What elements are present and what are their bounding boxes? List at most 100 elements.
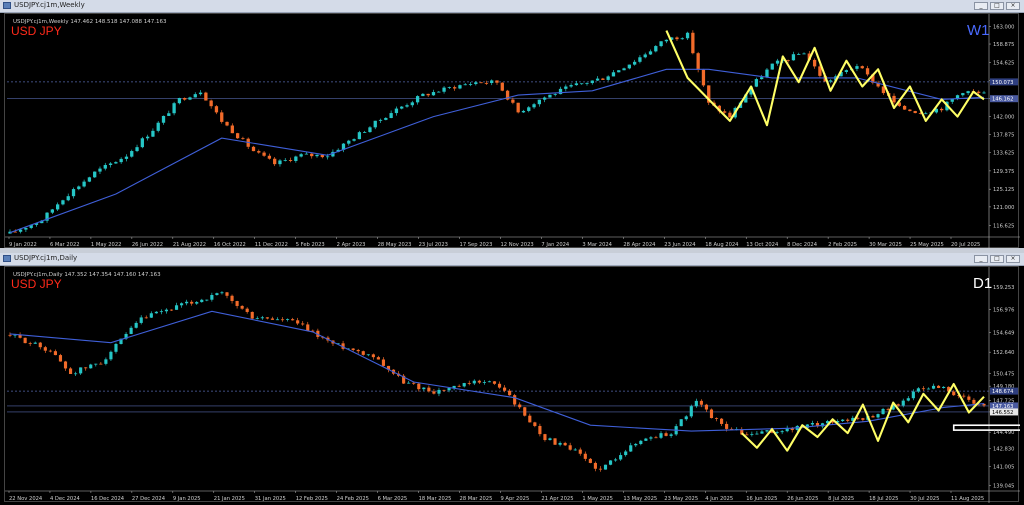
daily-window-titlebar[interactable]: USDJPY.cj1m,Daily _ □ × — [0, 253, 1024, 266]
candle-body — [58, 355, 63, 362]
candle-body — [694, 400, 698, 407]
candle-body — [457, 385, 461, 387]
maximize-button[interactable]: □ — [990, 255, 1004, 263]
date-axis-label: 23 May 2025 — [664, 496, 698, 502]
candle-body — [750, 433, 754, 435]
candle-body — [432, 391, 436, 394]
maximize-button[interactable]: □ — [990, 2, 1004, 10]
candle-body — [8, 334, 12, 336]
candle-body — [177, 98, 182, 104]
candle-body — [235, 133, 240, 139]
price-axis-label: 150.475 — [993, 371, 1014, 377]
price-axis-label: 154.625 — [993, 60, 1014, 66]
weekly-chart-area[interactable]: 163.000158.875154.625150.375146.162142.0… — [4, 13, 1020, 249]
candle-body — [765, 69, 769, 78]
candle-body — [442, 87, 446, 92]
candle-body — [638, 57, 642, 62]
candle-body — [770, 63, 774, 70]
candle-body — [558, 442, 562, 445]
candle-body — [679, 419, 683, 427]
weekly-timeframe-label: W1 — [967, 22, 990, 39]
candle-body — [188, 97, 192, 100]
candle-body — [66, 196, 70, 201]
candle-body — [558, 88, 563, 95]
candle-body — [366, 354, 370, 356]
candle-body — [235, 301, 239, 306]
candle-body — [156, 122, 160, 131]
minimize-button[interactable]: _ — [974, 2, 988, 10]
candle-body — [278, 160, 282, 165]
candle-body — [908, 109, 912, 112]
candle-body — [896, 404, 900, 406]
candle-body — [926, 388, 931, 390]
date-axis-label: 16 Jun 2025 — [746, 496, 777, 502]
candle-body — [841, 419, 845, 421]
candle-body — [89, 364, 93, 369]
candle-body — [200, 299, 204, 303]
price-tag-label: 148.674 — [992, 389, 1014, 395]
candle-body — [154, 311, 158, 314]
candle-body — [453, 87, 457, 89]
candle-body — [299, 154, 303, 157]
candle-body — [13, 231, 17, 233]
candle-body — [145, 136, 150, 139]
candle-body — [659, 433, 663, 438]
price-axis-label: 142.000 — [993, 115, 1014, 121]
candle-body — [573, 449, 577, 451]
date-axis-label: 16 Dec 2024 — [91, 496, 125, 502]
candle-body — [288, 160, 293, 161]
candle-body — [361, 351, 365, 355]
candle-body — [722, 111, 727, 113]
candle-body — [775, 432, 779, 433]
minimize-button[interactable]: _ — [974, 255, 988, 263]
close-button[interactable]: × — [1006, 2, 1020, 10]
candle-body — [28, 343, 32, 344]
candle-body — [389, 113, 393, 118]
candle-body — [415, 96, 420, 103]
daily-chart-window: USDJPY.cj1m,Daily _ □ × 159.253 156.976 15… — [0, 253, 1024, 505]
candle-body — [351, 348, 355, 350]
candle-body — [262, 152, 266, 156]
candle-body — [977, 91, 981, 93]
candle-body — [230, 295, 234, 302]
candle-body — [595, 78, 600, 81]
weekly-window-titlebar[interactable]: USDJPY.cj1m,Weekly _ □ × — [0, 0, 1024, 13]
candle-body — [725, 423, 729, 429]
date-axis-label: 26 Jun 2025 — [787, 496, 818, 502]
daily-chart-area[interactable]: 159.253 156.976 154.649 152.640 150.475 149.1… — [4, 266, 1020, 503]
candle-body — [214, 106, 219, 113]
candle-body — [574, 83, 579, 86]
candle-body — [532, 104, 536, 108]
close-button[interactable]: × — [1006, 255, 1020, 263]
candle-body — [714, 418, 719, 419]
candle-body — [791, 54, 796, 61]
candle-body — [691, 32, 695, 54]
candle-body — [225, 121, 229, 126]
price-axis-label: 129.375 — [993, 169, 1014, 175]
candle-body — [528, 415, 532, 423]
candle-body — [410, 102, 414, 106]
candle-body — [931, 385, 936, 389]
candle-body — [190, 301, 194, 304]
candle-body — [267, 155, 272, 159]
candle-body — [347, 140, 351, 144]
candle-body — [87, 177, 92, 182]
candle-body — [797, 54, 801, 55]
candle-body — [442, 389, 446, 391]
candle-body — [108, 163, 113, 165]
candle-body — [93, 171, 97, 178]
candle-body — [315, 154, 319, 157]
candle-body — [472, 380, 476, 384]
candle-body — [94, 363, 98, 365]
candle-body — [296, 320, 300, 324]
candle-body — [422, 387, 426, 390]
candle-body — [634, 443, 638, 446]
chart-plot-1: 159.253156.976154.649152.640150.475149.1… — [5, 267, 1020, 503]
candle-body — [696, 53, 700, 70]
candle-body — [462, 383, 466, 387]
candle-body — [260, 317, 264, 319]
candle-body — [760, 431, 764, 434]
candle-body — [765, 430, 769, 432]
daily-symbol-label: USD JPY — [11, 277, 62, 291]
candle-body — [421, 93, 425, 97]
